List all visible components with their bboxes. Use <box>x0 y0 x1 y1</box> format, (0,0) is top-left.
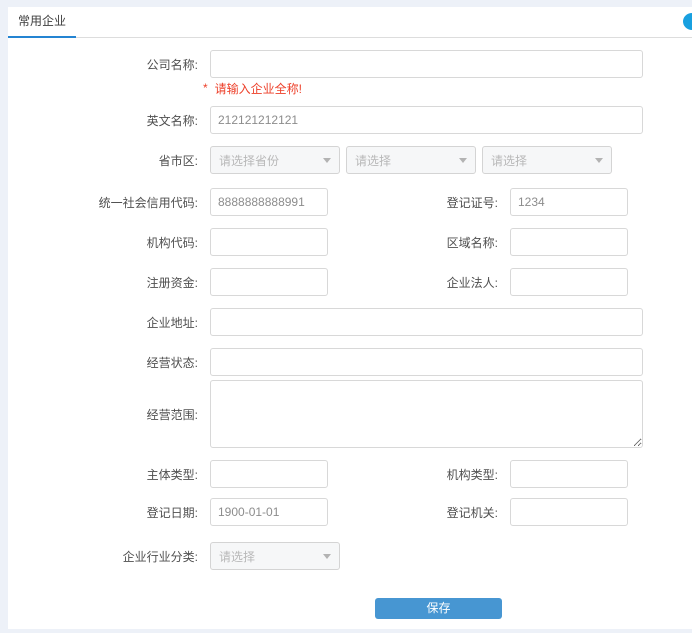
city-select-placeholder: 请选择 <box>355 153 392 168</box>
english-name-label: 英文名称: <box>146 113 198 128</box>
english-name-input[interactable] <box>210 106 643 134</box>
tab-bar: 常用企业 <box>8 7 692 38</box>
subject-type-label: 主体类型: <box>146 467 198 482</box>
chevron-down-icon <box>323 554 331 559</box>
registration-no-input[interactable] <box>510 188 628 216</box>
enterprise-form-panel: 常用企业 公司名称: * 请输入企业全称! 英文名称: 省市区: 请选择省份 请… <box>8 7 692 629</box>
industry-category-placeholder: 请选择 <box>219 549 256 564</box>
registration-authority-label: 登记机关: <box>446 505 498 520</box>
province-select-placeholder: 请选择省份 <box>219 153 280 168</box>
registered-capital-input[interactable] <box>210 268 328 296</box>
org-type-label: 机构类型: <box>446 467 498 482</box>
subject-type-row: 主体类型: 机构类型: <box>8 460 692 488</box>
city-select[interactable]: 请选择 <box>346 146 476 174</box>
business-status-row: 经营状态: <box>8 348 692 376</box>
address-label: 企业地址: <box>146 315 198 330</box>
company-name-error: * 请输入企业全称! <box>8 80 692 96</box>
org-code-row: 机构代码: 区域名称: <box>8 228 692 256</box>
company-name-label: 公司名称: <box>146 57 198 72</box>
region-label: 省市区: <box>158 153 198 168</box>
subject-type-input[interactable] <box>210 460 328 488</box>
industry-category-label: 企业行业分类: <box>122 549 198 564</box>
business-status-label: 经营状态: <box>146 355 198 370</box>
chevron-down-icon <box>323 158 331 163</box>
credit-code-row: 统一社会信用代码: 登记证号: <box>8 188 692 216</box>
company-name-error-text: 请输入企业全称! <box>214 81 303 96</box>
business-status-input[interactable] <box>210 348 643 376</box>
org-type-input[interactable] <box>510 460 628 488</box>
registration-authority-input[interactable] <box>510 498 628 526</box>
industry-category-row: 企业行业分类: 请选择 <box>8 542 692 570</box>
legal-person-input[interactable] <box>510 268 628 296</box>
registration-date-input[interactable] <box>210 498 328 526</box>
credit-code-input[interactable] <box>210 188 328 216</box>
district-select-placeholder: 请选择 <box>491 153 528 168</box>
region-row: 省市区: 请选择省份 请选择 请选择 <box>8 146 692 174</box>
required-star-icon: * <box>203 81 208 95</box>
org-code-input[interactable] <box>210 228 328 256</box>
tab-common-enterprise[interactable]: 常用企业 <box>8 7 76 38</box>
legal-person-label: 企业法人: <box>446 275 498 290</box>
registration-date-label: 登记日期: <box>146 505 198 520</box>
english-name-row: 英文名称: <box>8 106 692 134</box>
company-name-input[interactable] <box>210 50 643 78</box>
save-button[interactable]: 保存 <box>375 598 502 619</box>
province-select[interactable]: 请选择省份 <box>210 146 340 174</box>
chevron-down-icon <box>595 158 603 163</box>
area-name-input[interactable] <box>510 228 628 256</box>
registration-date-row: 登记日期: 登记机关: <box>8 498 692 526</box>
industry-category-select[interactable]: 请选择 <box>210 542 340 570</box>
address-row: 企业地址: <box>8 308 692 336</box>
district-select[interactable]: 请选择 <box>482 146 612 174</box>
area-name-label: 区域名称: <box>446 235 498 250</box>
company-name-row: 公司名称: <box>8 50 692 78</box>
business-scope-label: 经营范围: <box>146 407 198 422</box>
org-code-label: 机构代码: <box>146 235 198 250</box>
address-input[interactable] <box>210 308 643 336</box>
chevron-down-icon <box>459 158 467 163</box>
credit-code-label: 统一社会信用代码: <box>98 195 198 210</box>
registration-no-label: 登记证号: <box>446 195 498 210</box>
registered-capital-row: 注册资金: 企业法人: <box>8 268 692 296</box>
registered-capital-label: 注册资金: <box>146 275 198 290</box>
business-scope-row: 经营范围: <box>8 380 692 448</box>
business-scope-textarea[interactable] <box>210 380 643 448</box>
